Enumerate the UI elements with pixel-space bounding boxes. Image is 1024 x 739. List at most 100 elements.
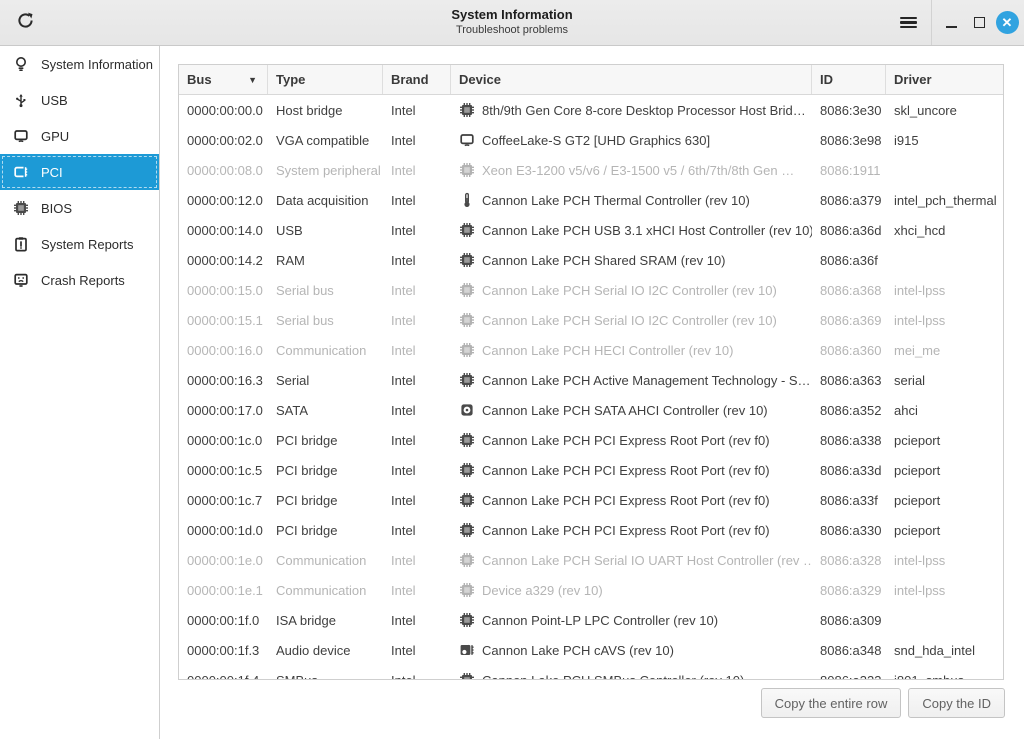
cell-type: Serial (268, 373, 383, 388)
cell-id: 8086:a36d (812, 223, 886, 238)
cell-brand: Intel (383, 523, 451, 538)
minimize-button[interactable] (936, 8, 966, 38)
copy-entire-row-button[interactable]: Copy the entire row (761, 688, 902, 718)
cell-id: 8086:a348 (812, 643, 886, 658)
chip-icon (459, 552, 475, 568)
table-row[interactable]: 0000:00:1f.0 ISA bridge Intel Cannon Poi… (179, 605, 1003, 635)
cell-device: Cannon Lake PCH USB 3.1 xHCI Host Contro… (451, 222, 812, 238)
cell-id: 8086:a379 (812, 193, 886, 208)
table-row[interactable]: 0000:00:16.0 Communication Intel Cannon … (179, 335, 1003, 365)
cell-driver: ahci (886, 403, 1003, 418)
sidebar-item-system-information[interactable]: System Information (0, 46, 159, 82)
cell-bus: 0000:00:1f.3 (179, 643, 268, 658)
cell-id: 8086:a363 (812, 373, 886, 388)
table-row[interactable]: 0000:00:1f.4 SMBus Intel Cannon Lake PCH… (179, 665, 1003, 680)
sidebar-item-usb[interactable]: USB (0, 82, 159, 118)
chip-icon (459, 612, 475, 628)
main-panel: Bus ▼ Type Brand Device ID (160, 46, 1024, 739)
device-label: Device a329 (rev 10) (482, 583, 603, 598)
table-row[interactable]: 0000:00:1e.0 Communication Intel Cannon … (179, 545, 1003, 575)
table-row[interactable]: 0000:00:02.0 VGA compatible Intel Coffee… (179, 125, 1003, 155)
cell-bus: 0000:00:14.2 (179, 253, 268, 268)
device-label: 8th/9th Gen Core 8-core Desktop Processo… (482, 103, 806, 118)
maximize-button[interactable] (964, 8, 994, 38)
column-header-device[interactable]: Device (451, 65, 812, 94)
chip-icon (459, 462, 475, 478)
cell-driver: intel-lpss (886, 283, 1003, 298)
device-label: Cannon Lake PCH PCI Express Root Port (r… (482, 463, 770, 478)
table-row[interactable]: 0000:00:1e.1 Communication Intel Device … (179, 575, 1003, 605)
device-label: Cannon Lake PCH PCI Express Root Port (r… (482, 433, 770, 448)
hamburger-icon (900, 14, 917, 31)
cell-id: 8086:a329 (812, 583, 886, 598)
column-header-id[interactable]: ID (812, 65, 886, 94)
table-row[interactable]: 0000:00:15.0 Serial bus Intel Cannon Lak… (179, 275, 1003, 305)
titlebar-separator (931, 0, 932, 45)
device-label: Cannon Lake PCH PCI Express Root Port (r… (482, 493, 770, 508)
column-header-driver[interactable]: Driver (886, 65, 1003, 94)
cell-id: 8086:1911 (812, 163, 886, 178)
column-header-bus[interactable]: Bus ▼ (179, 65, 268, 94)
column-header-type[interactable]: Type (268, 65, 383, 94)
column-header-brand[interactable]: Brand (383, 65, 451, 94)
cell-id: 8086:a368 (812, 283, 886, 298)
cell-type: Audio device (268, 643, 383, 658)
sidebar-item-system-reports[interactable]: System Reports (0, 226, 159, 262)
device-label: Cannon Lake PCH Active Management Techno… (482, 373, 811, 388)
cell-device: Cannon Lake PCH SMBus Controller (rev 10… (451, 665, 812, 680)
table-row[interactable]: 0000:00:1c.7 PCI bridge Intel Cannon Lak… (179, 485, 1003, 515)
cell-brand: Intel (383, 283, 451, 298)
lightbulb-icon (12, 56, 30, 72)
sidebar-item-bios[interactable]: BIOS (0, 190, 159, 226)
refresh-button[interactable] (10, 8, 40, 38)
table-row[interactable]: 0000:00:12.0 Data acquisition Intel Cann… (179, 185, 1003, 215)
cell-brand: Intel (383, 103, 451, 118)
device-label: Cannon Lake PCH Thermal Controller (rev … (482, 193, 750, 208)
table-row[interactable]: 0000:00:00.0 Host bridge Intel 8th/9th G… (179, 95, 1003, 125)
cell-id: 8086:a352 (812, 403, 886, 418)
cell-device: Cannon Lake PCH PCI Express Root Port (r… (451, 522, 812, 538)
thermometer-icon (459, 192, 475, 208)
table-row[interactable]: 0000:00:1d.0 PCI bridge Intel Cannon Lak… (179, 515, 1003, 545)
table-header: Bus ▼ Type Brand Device ID (179, 65, 1003, 95)
sidebar-item-gpu[interactable]: GPU (0, 118, 159, 154)
cell-type: PCI bridge (268, 463, 383, 478)
cell-device: Cannon Lake PCH cAVS (rev 10) (451, 642, 812, 658)
cell-brand: Intel (383, 253, 451, 268)
window-title: System Information (0, 6, 1024, 23)
sidebar-item-pci[interactable]: PCI (0, 154, 159, 190)
cell-device: Device a329 (rev 10) (451, 582, 812, 598)
cell-brand: Intel (383, 613, 451, 628)
cell-device: Cannon Lake PCH PCI Express Root Port (r… (451, 492, 812, 508)
cell-id: 8086:a360 (812, 343, 886, 358)
cell-device: Cannon Lake PCH PCI Express Root Port (r… (451, 462, 812, 478)
cell-type: VGA compatible (268, 133, 383, 148)
monitor-icon (12, 128, 30, 144)
footer-actions: Copy the entire row Copy the ID (761, 688, 1005, 718)
close-button[interactable]: ✕ (992, 8, 1022, 38)
table-row[interactable]: 0000:00:1c.5 PCI bridge Intel Cannon Lak… (179, 455, 1003, 485)
device-label: Cannon Lake PCH cAVS (rev 10) (482, 643, 674, 658)
device-label: CoffeeLake-S GT2 [UHD Graphics 630] (482, 133, 710, 148)
sidebar-item-label: BIOS (41, 201, 72, 216)
table-row[interactable]: 0000:00:17.0 SATA Intel Cannon Lake PCH … (179, 395, 1003, 425)
cell-device: Cannon Lake PCH Thermal Controller (rev … (451, 192, 812, 208)
cell-brand: Intel (383, 343, 451, 358)
pci-device-table: Bus ▼ Type Brand Device ID (178, 64, 1004, 680)
cell-type: PCI bridge (268, 433, 383, 448)
table-row[interactable]: 0000:00:14.2 RAM Intel Cannon Lake PCH S… (179, 245, 1003, 275)
table-row[interactable]: 0000:00:16.3 Serial Intel Cannon Lake PC… (179, 365, 1003, 395)
sidebar-item-crash-reports[interactable]: Crash Reports (0, 262, 159, 298)
sidebar-item-label: GPU (41, 129, 69, 144)
menu-button[interactable] (893, 8, 923, 38)
table-row[interactable]: 0000:00:15.1 Serial bus Intel Cannon Lak… (179, 305, 1003, 335)
table-row[interactable]: 0000:00:1f.3 Audio device Intel Cannon L… (179, 635, 1003, 665)
device-label: Xeon E3-1200 v5/v6 / E3-1500 v5 / 6th/7t… (482, 163, 794, 178)
copy-id-button[interactable]: Copy the ID (908, 688, 1005, 718)
chip-icon (459, 582, 475, 598)
table-row[interactable]: 0000:00:1c.0 PCI bridge Intel Cannon Lak… (179, 425, 1003, 455)
table-row[interactable]: 0000:00:14.0 USB Intel Cannon Lake PCH U… (179, 215, 1003, 245)
cell-driver: mei_me (886, 343, 1003, 358)
table-row[interactable]: 0000:00:08.0 System peripheral Intel Xeo… (179, 155, 1003, 185)
device-label: Cannon Lake PCH USB 3.1 xHCI Host Contro… (482, 223, 812, 238)
